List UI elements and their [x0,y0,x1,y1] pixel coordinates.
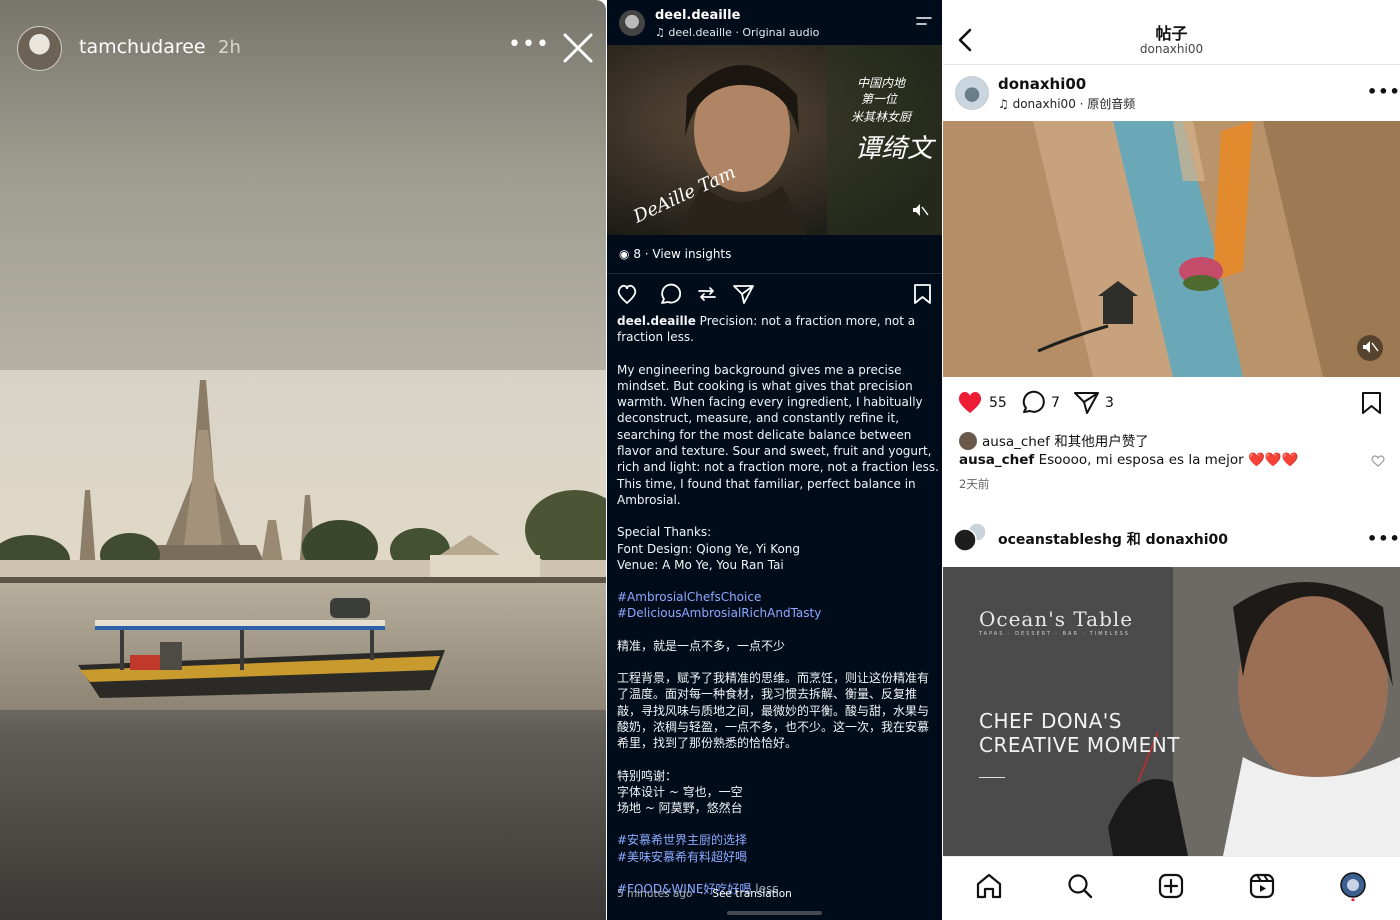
headline-line-1: CHEF DONA'S [979,709,1122,733]
caption-cn-lead: 精准，就是一点不多，一点不少 [617,638,786,653]
collab-avatars[interactable] [951,522,991,554]
brand-logo-text: Ocean's Table [979,607,1134,631]
insights-text: 8 · View insights [633,247,732,261]
home-indicator [727,911,822,915]
caption-username[interactable]: deel.deaille [617,314,696,328]
light-post-panel: 帖子 donaxhi00 donaxhi00 ♫ donaxhi00 · 原创音… [943,0,1400,920]
post-username[interactable]: deel.deaille [655,8,740,23]
music-note-icon: ♫ [998,97,1009,111]
share-icon[interactable] [733,285,754,304]
video-overlay-cn-4: 谭绮文 [855,134,937,164]
thanks-venue: Venue: A Mo Ye, You Ran Tai [617,557,784,572]
page-title: 帖子 [1155,24,1188,43]
close-icon[interactable] [560,30,596,66]
brand-tagline: TAPAS · DESSERT · BAR · TIMELESS [979,631,1130,637]
share-icon [1074,392,1099,414]
audio-label[interactable]: ♫ deel.deaille · Original audio [655,26,819,39]
liked-by-text: ausa_chef 和其他用户赞了 [982,434,1149,450]
story-username[interactable]: tamchudaree [79,36,206,58]
menu-icon[interactable] [915,14,933,28]
liker-avatar [959,432,977,450]
headline-rule [979,777,1005,778]
bookmark-icon[interactable] [914,284,931,304]
post-meta: 5 minutes ago · See translation [617,888,792,900]
post-video[interactable] [943,121,1400,377]
story-avatar[interactable] [17,26,62,71]
more-horizontal-icon[interactable]: ••• [1367,82,1400,101]
story-photo [0,370,606,710]
comment-icon [1022,390,1045,413]
see-translation-link[interactable]: See translation [712,888,791,900]
post-time: 2天前 [959,477,990,491]
post-avatar[interactable] [955,76,989,110]
video-overlay-cn-1: 中国内地 [857,76,907,90]
page-subtitle: donaxhi00 [1139,42,1204,56]
hashtag-link[interactable]: #美味安慕希有料超好喝 [617,850,747,864]
video-overlay-cn-3: 米其林女厨 [851,110,913,124]
thanks-font: Font Design: Qiong Ye, Yi Kong [617,541,801,556]
post-actions: 55 7 3 [957,390,1389,416]
hashtag-link[interactable]: #AmbrosialChefsChoice [617,590,761,604]
repost-icon[interactable] [698,287,716,301]
post-actions [617,283,931,305]
video-overlay-cn-2: 第一位 [861,92,898,106]
mute-icon [1357,335,1383,361]
music-note-icon: ♫ [655,26,665,39]
heart-filled-icon [958,392,982,413]
divider [607,273,942,274]
audio-label[interactable]: ♫ donaxhi00 · 原创音频 [998,95,1135,112]
home-icon[interactable] [974,871,1004,901]
story-time: 2h [218,37,241,58]
comment-like-icon[interactable] [1371,454,1385,467]
caption-cn-paragraph: 工程背景，赋予了我精准的思维。而烹饪，则让这份精准有了温度。面对每一种食材，我习… [617,671,930,751]
bookmark-icon [1362,392,1381,414]
likes-count[interactable]: 55 [989,395,1007,411]
search-icon[interactable] [1065,871,1095,901]
eye-icon: ◉ [619,247,630,261]
post-video[interactable]: 中国内地 第一位 米其林女厨 谭绮文 DeAille Tam [607,45,942,235]
comments-count[interactable]: 7 [1051,395,1060,411]
header-divider [943,64,1400,65]
story-panel: tamchudaree 2h ••• [0,0,606,920]
caption-paragraph: My engineering background gives me a pre… [617,362,939,507]
comment-username[interactable]: ausa_chef [959,452,1034,468]
post-avatar[interactable] [619,10,645,36]
audio-text: deel.deaille · Original audio [668,26,820,39]
dark-post-panel: deel.deaille ♫ deel.deaille · Original a… [607,0,942,920]
more-horizontal-icon[interactable]: ••• [508,32,550,57]
liked-by[interactable]: ausa_chef 和其他用户赞了 [959,430,1149,450]
collab-usernames[interactable]: oceanstableshg 和 donaxhi00 [998,529,1228,549]
audio-text: donaxhi00 · 原创音频 [1012,97,1136,111]
cn-thanks-title: 特别鸣谢： [617,768,678,783]
thanks-title: Special Thanks: [617,525,712,540]
comment-icon[interactable] [661,283,682,304]
reels-icon[interactable] [1247,871,1277,901]
post-username[interactable]: donaxhi00 [998,75,1086,93]
create-post-icon[interactable] [1156,871,1186,901]
comment: ausa_chef Esoooo, mi esposa es la mejor … [959,452,1359,468]
headline-line-2: CREATIVE MOMENT [979,733,1180,757]
heart-icon[interactable] [617,284,637,305]
view-insights[interactable]: ◉ 8 · View insights [619,247,731,261]
comment-text: Esoooo, mi esposa es la mejor ❤️❤️❤️ [1038,452,1299,468]
hashtag-link[interactable]: #DeliciousAmbrosialRichAndTasty [617,606,821,620]
post-caption: deel.deaille Precision: not a fraction m… [617,313,939,913]
hashtag-link[interactable]: #安慕希世界主厨的选择 [617,833,747,847]
post-image[interactable]: Ocean's Table TAPAS · DESSERT · BAR · TI… [943,567,1400,856]
bottom-nav [943,856,1400,920]
cn-thanks-venue: 场地 ~ 阿莫野，悠然台 [617,801,743,816]
cn-thanks-font: 字体设计 ~ 穹也，一空 [617,784,743,799]
profile-avatar-icon[interactable] [1338,871,1368,901]
more-horizontal-icon[interactable]: ••• [1367,529,1400,548]
post-time: 5 minutes ago [617,888,693,900]
shares-count[interactable]: 3 [1105,395,1114,411]
